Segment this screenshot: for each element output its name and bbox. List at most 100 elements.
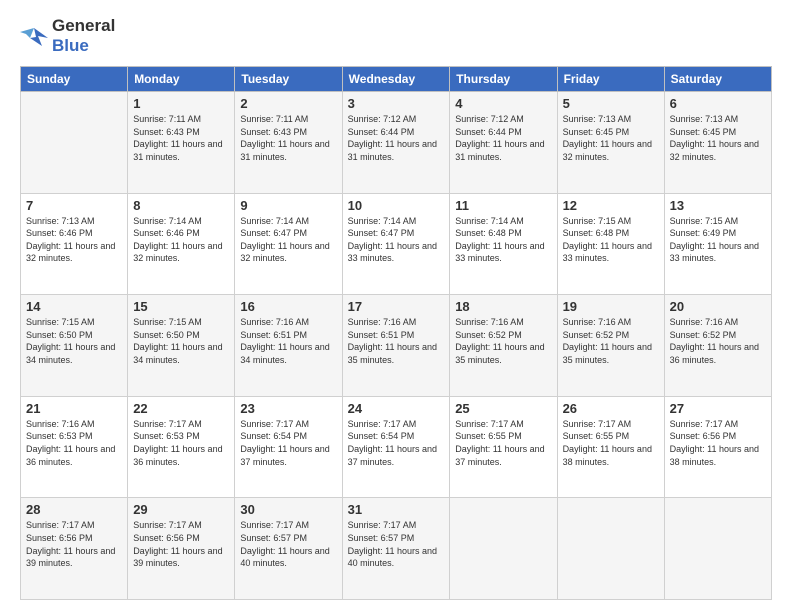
day-cell: 12 Sunrise: 7:15 AMSunset: 6:48 PMDayligh… xyxy=(557,193,664,295)
day-number: 23 xyxy=(240,401,336,416)
day-number: 31 xyxy=(348,502,445,517)
day-number: 6 xyxy=(670,96,766,111)
day-number: 1 xyxy=(133,96,229,111)
day-info: Sunrise: 7:14 AMSunset: 6:48 PMDaylight:… xyxy=(455,215,551,265)
day-info: Sunrise: 7:15 AMSunset: 6:50 PMDaylight:… xyxy=(133,316,229,366)
day-cell: 10 Sunrise: 7:14 AMSunset: 6:47 PMDayligh… xyxy=(342,193,450,295)
day-cell: 7 Sunrise: 7:13 AMSunset: 6:46 PMDaylight… xyxy=(21,193,128,295)
day-cell: 8 Sunrise: 7:14 AMSunset: 6:46 PMDaylight… xyxy=(128,193,235,295)
day-number: 19 xyxy=(563,299,659,314)
logo-text: General Blue xyxy=(52,16,115,56)
day-number: 12 xyxy=(563,198,659,213)
week-row-4: 21 Sunrise: 7:16 AMSunset: 6:53 PMDayligh… xyxy=(21,396,772,498)
day-info: Sunrise: 7:16 AMSunset: 6:53 PMDaylight:… xyxy=(26,418,122,468)
day-cell: 25Sunrise: 7:17 AMSunset: 6:55 PMDayligh… xyxy=(450,396,557,498)
day-info: Sunrise: 7:14 AMSunset: 6:47 PMDaylight:… xyxy=(348,215,445,265)
logo-icon xyxy=(20,24,48,48)
day-number: 15 xyxy=(133,299,229,314)
day-info: Sunrise: 7:17 AMSunset: 6:55 PMDaylight:… xyxy=(563,418,659,468)
day-cell: 9Sunrise: 7:14 AMSunset: 6:47 PMDaylight… xyxy=(235,193,342,295)
header: General Blue xyxy=(20,16,772,56)
day-cell: 6 Sunrise: 7:13 AMSunset: 6:45 PMDaylight… xyxy=(664,92,771,194)
day-info: Sunrise: 7:17 AMSunset: 6:55 PMDaylight:… xyxy=(455,418,551,468)
day-info: Sunrise: 7:17 AMSunset: 6:54 PMDaylight:… xyxy=(240,418,336,468)
calendar-page: General Blue SundayMondayTuesdayWednesda… xyxy=(0,0,792,612)
day-cell: 13Sunrise: 7:15 AMSunset: 6:49 PMDayligh… xyxy=(664,193,771,295)
day-number: 3 xyxy=(348,96,445,111)
day-info: Sunrise: 7:17 AMSunset: 6:56 PMDaylight:… xyxy=(26,519,122,569)
day-info: Sunrise: 7:11 AMSunset: 6:43 PMDaylight:… xyxy=(133,113,229,163)
day-info: Sunrise: 7:12 AMSunset: 6:44 PMDaylight:… xyxy=(455,113,551,163)
day-number: 17 xyxy=(348,299,445,314)
day-cell: 18Sunrise: 7:16 AMSunset: 6:52 PMDayligh… xyxy=(450,295,557,397)
day-number: 22 xyxy=(133,401,229,416)
day-info: Sunrise: 7:17 AMSunset: 6:53 PMDaylight:… xyxy=(133,418,229,468)
day-cell xyxy=(557,498,664,600)
day-number: 5 xyxy=(563,96,659,111)
day-number: 2 xyxy=(240,96,336,111)
day-cell: 21 Sunrise: 7:16 AMSunset: 6:53 PMDayligh… xyxy=(21,396,128,498)
day-cell: 23 Sunrise: 7:17 AMSunset: 6:54 PMDayligh… xyxy=(235,396,342,498)
day-info: Sunrise: 7:15 AMSunset: 6:48 PMDaylight:… xyxy=(563,215,659,265)
day-cell: 22 Sunrise: 7:17 AMSunset: 6:53 PMDayligh… xyxy=(128,396,235,498)
day-header-friday: Friday xyxy=(557,67,664,92)
day-header-thursday: Thursday xyxy=(450,67,557,92)
day-cell: 27 Sunrise: 7:17 AMSunset: 6:56 PMDayligh… xyxy=(664,396,771,498)
day-cell: 24 Sunrise: 7:17 AMSunset: 6:54 PMDayligh… xyxy=(342,396,450,498)
day-number: 14 xyxy=(26,299,122,314)
day-info: Sunrise: 7:14 AMSunset: 6:46 PMDaylight:… xyxy=(133,215,229,265)
day-info: Sunrise: 7:16 AMSunset: 6:51 PMDaylight:… xyxy=(240,316,336,366)
day-info: Sunrise: 7:16 AMSunset: 6:51 PMDaylight:… xyxy=(348,316,445,366)
day-cell: 19 Sunrise: 7:16 AMSunset: 6:52 PMDayligh… xyxy=(557,295,664,397)
day-info: Sunrise: 7:17 AMSunset: 6:56 PMDaylight:… xyxy=(133,519,229,569)
day-number: 8 xyxy=(133,198,229,213)
day-cell xyxy=(664,498,771,600)
week-row-2: 7 Sunrise: 7:13 AMSunset: 6:46 PMDaylight… xyxy=(21,193,772,295)
day-number: 4 xyxy=(455,96,551,111)
day-number: 24 xyxy=(348,401,445,416)
day-header-saturday: Saturday xyxy=(664,67,771,92)
day-info: Sunrise: 7:17 AMSunset: 6:57 PMDaylight:… xyxy=(240,519,336,569)
day-info: Sunrise: 7:17 AMSunset: 6:56 PMDaylight:… xyxy=(670,418,766,468)
day-cell: 11Sunrise: 7:14 AMSunset: 6:48 PMDayligh… xyxy=(450,193,557,295)
day-cell: 29Sunrise: 7:17 AMSunset: 6:56 PMDayligh… xyxy=(128,498,235,600)
day-cell: 31 Sunrise: 7:17 AMSunset: 6:57 PMDayligh… xyxy=(342,498,450,600)
week-row-1: 1 Sunrise: 7:11 AMSunset: 6:43 PMDaylight… xyxy=(21,92,772,194)
day-header-tuesday: Tuesday xyxy=(235,67,342,92)
day-number: 9 xyxy=(240,198,336,213)
day-info: Sunrise: 7:15 AMSunset: 6:50 PMDaylight:… xyxy=(26,316,122,366)
day-cell xyxy=(450,498,557,600)
day-cell xyxy=(21,92,128,194)
day-cell: 3Sunrise: 7:12 AMSunset: 6:44 PMDaylight… xyxy=(342,92,450,194)
day-number: 30 xyxy=(240,502,336,517)
header-row: SundayMondayTuesdayWednesdayThursdayFrid… xyxy=(21,67,772,92)
day-number: 16 xyxy=(240,299,336,314)
day-header-wednesday: Wednesday xyxy=(342,67,450,92)
calendar-table: SundayMondayTuesdayWednesdayThursdayFrid… xyxy=(20,66,772,600)
day-header-monday: Monday xyxy=(128,67,235,92)
day-number: 28 xyxy=(26,502,122,517)
day-info: Sunrise: 7:17 AMSunset: 6:54 PMDaylight:… xyxy=(348,418,445,468)
day-cell: 28 Sunrise: 7:17 AMSunset: 6:56 PMDayligh… xyxy=(21,498,128,600)
day-number: 18 xyxy=(455,299,551,314)
day-cell: 26Sunrise: 7:17 AMSunset: 6:55 PMDayligh… xyxy=(557,396,664,498)
day-cell: 20 Sunrise: 7:16 AMSunset: 6:52 PMDayligh… xyxy=(664,295,771,397)
day-cell: 2 Sunrise: 7:11 AMSunset: 6:43 PMDaylight… xyxy=(235,92,342,194)
day-number: 21 xyxy=(26,401,122,416)
day-number: 27 xyxy=(670,401,766,416)
day-info: Sunrise: 7:11 AMSunset: 6:43 PMDaylight:… xyxy=(240,113,336,163)
day-number: 7 xyxy=(26,198,122,213)
day-info: Sunrise: 7:13 AMSunset: 6:46 PMDaylight:… xyxy=(26,215,122,265)
day-info: Sunrise: 7:16 AMSunset: 6:52 PMDaylight:… xyxy=(563,316,659,366)
day-number: 10 xyxy=(348,198,445,213)
week-row-3: 14 Sunrise: 7:15 AMSunset: 6:50 PMDayligh… xyxy=(21,295,772,397)
day-cell: 15 Sunrise: 7:15 AMSunset: 6:50 PMDayligh… xyxy=(128,295,235,397)
day-info: Sunrise: 7:16 AMSunset: 6:52 PMDaylight:… xyxy=(670,316,766,366)
week-row-5: 28 Sunrise: 7:17 AMSunset: 6:56 PMDayligh… xyxy=(21,498,772,600)
day-info: Sunrise: 7:13 AMSunset: 6:45 PMDaylight:… xyxy=(670,113,766,163)
day-header-sunday: Sunday xyxy=(21,67,128,92)
day-number: 20 xyxy=(670,299,766,314)
day-info: Sunrise: 7:17 AMSunset: 6:57 PMDaylight:… xyxy=(348,519,445,569)
day-cell: 16 Sunrise: 7:16 AMSunset: 6:51 PMDayligh… xyxy=(235,295,342,397)
day-cell: 5Sunrise: 7:13 AMSunset: 6:45 PMDaylight… xyxy=(557,92,664,194)
